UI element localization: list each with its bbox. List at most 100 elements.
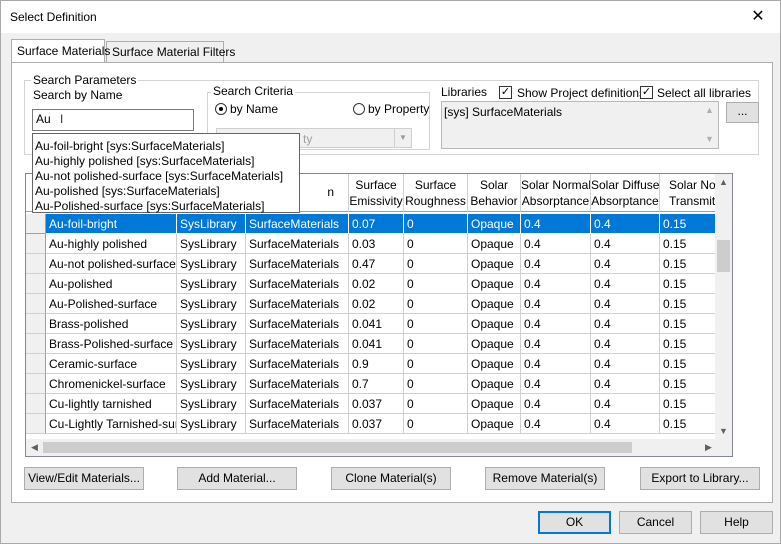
cell-emissivity[interactable]: 0.07 [349,214,404,234]
cell-solar-normal-absorptance[interactable]: 0.4 [521,274,591,294]
cell-description[interactable]: SurfaceMaterials [246,334,349,354]
cell-solar-normal-absorptance[interactable]: 0.4 [521,314,591,334]
cell-solar-normal-transmittance[interactable]: 0.15 [660,414,717,434]
table-row[interactable]: Cu-lightly tarnished SysLibrary SurfaceMat… [26,394,717,414]
column-header-solar-diffuse-absorptance[interactable]: Solar Diffuse Absorptance [591,174,660,212]
tab-surface-material-filters[interactable]: Surface Material Filters [106,41,235,62]
cell-solar-normal-transmittance[interactable]: 0.15 [660,234,717,254]
cell-description[interactable]: SurfaceMaterials [246,394,349,414]
search-name-input[interactable]: Au I [32,109,194,131]
row-header[interactable] [26,234,46,254]
cell-name[interactable]: Au-highly polished [46,234,177,254]
autocomplete-item[interactable]: Au-Polished-surface [sys:SurfaceMaterial… [33,199,299,214]
table-row[interactable]: Au-Polished-surface SysLibrary SurfaceMate… [26,294,717,314]
cell-emissivity[interactable]: 0.02 [349,274,404,294]
row-header[interactable] [26,314,46,334]
row-header[interactable] [26,334,46,354]
cell-solar-normal-absorptance[interactable]: 0.4 [521,214,591,234]
cell-roughness[interactable]: 0 [404,414,468,434]
scroll-down-icon[interactable]: ▼ [701,131,718,148]
table-row[interactable]: Au-foil-bright SysLibrary SurfaceMaterials… [26,214,717,234]
cell-solar-diffuse-absorptance[interactable]: 0.4 [591,294,660,314]
cell-description[interactable]: SurfaceMaterials [246,294,349,314]
column-header-solar-normal-transmittance[interactable]: Solar Norm Transmittan [660,174,717,212]
cell-solar-normal-absorptance[interactable]: 0.4 [521,374,591,394]
cell-emissivity[interactable]: 0.7 [349,374,404,394]
cancel-button[interactable]: Cancel [619,511,692,534]
close-icon[interactable]: ✕ [744,5,772,29]
cell-solar-behavior[interactable]: Opaque [468,414,521,434]
cell-library[interactable]: SysLibrary [177,274,246,294]
cell-solar-diffuse-absorptance[interactable]: 0.4 [591,354,660,374]
cell-emissivity[interactable]: 0.037 [349,394,404,414]
cell-solar-behavior[interactable]: Opaque [468,374,521,394]
cell-name[interactable]: Au-foil-bright [46,214,177,234]
cell-description[interactable]: SurfaceMaterials [246,234,349,254]
cell-name[interactable]: Au-not polished-surface [46,254,177,274]
row-header[interactable] [26,214,46,234]
cell-roughness[interactable]: 0 [404,374,468,394]
column-header-surface-roughness[interactable]: Surface Roughness [404,174,468,212]
cell-solar-normal-transmittance[interactable]: 0.15 [660,314,717,334]
cell-solar-normal-absorptance[interactable]: 0.4 [521,354,591,374]
cell-description[interactable]: SurfaceMaterials [246,274,349,294]
cell-solar-normal-transmittance[interactable]: 0.15 [660,214,717,234]
table-row[interactable]: Brass-polished SysLibrary SurfaceMaterials… [26,314,717,334]
grid-horizontal-scrollbar[interactable]: ◀ ▶ [26,439,717,456]
cell-library[interactable]: SysLibrary [177,414,246,434]
table-row[interactable]: Chromenickel-surface SysLibrary SurfaceMat… [26,374,717,394]
cell-library[interactable]: SysLibrary [177,314,246,334]
cell-library[interactable]: SysLibrary [177,214,246,234]
cell-solar-behavior[interactable]: Opaque [468,334,521,354]
browse-libraries-button[interactable]: ... [726,102,759,123]
cell-roughness[interactable]: 0 [404,294,468,314]
export-to-library-button[interactable]: Export to Library... [640,467,760,490]
view-edit-materials-button[interactable]: View/Edit Materials... [24,467,144,490]
cell-library[interactable]: SysLibrary [177,254,246,274]
clone-materials-button[interactable]: Clone Material(s) [331,467,451,490]
autocomplete-item[interactable]: Au-polished [sys:SurfaceMaterials] [33,184,299,199]
cell-solar-diffuse-absorptance[interactable]: 0.4 [591,394,660,414]
cell-roughness[interactable]: 0 [404,254,468,274]
cell-emissivity[interactable]: 0.041 [349,314,404,334]
remove-materials-button[interactable]: Remove Material(s) [485,467,605,490]
row-header[interactable] [26,374,46,394]
add-material-button[interactable]: Add Material... [177,467,297,490]
cell-solar-diffuse-absorptance[interactable]: 0.4 [591,274,660,294]
cell-solar-normal-transmittance[interactable]: 0.15 [660,294,717,314]
cell-name[interactable]: Au-Polished-surface [46,294,177,314]
scroll-left-icon[interactable]: ◀ [26,439,43,456]
cell-library[interactable]: SysLibrary [177,234,246,254]
cell-solar-behavior[interactable]: Opaque [468,394,521,414]
cell-solar-behavior[interactable]: Opaque [468,274,521,294]
ok-button[interactable]: OK [538,511,611,534]
show-project-checkbox[interactable]: ✓ [499,86,512,99]
cell-library[interactable]: SysLibrary [177,294,246,314]
cell-description[interactable]: SurfaceMaterials [246,254,349,274]
cell-name[interactable]: Au-polished [46,274,177,294]
scroll-up-icon[interactable]: ▲ [701,102,718,119]
cell-solar-behavior[interactable]: Opaque [468,234,521,254]
cell-solar-diffuse-absorptance[interactable]: 0.4 [591,374,660,394]
cell-roughness[interactable]: 0 [404,314,468,334]
cell-name[interactable]: Ceramic-surface [46,354,177,374]
row-header[interactable] [26,274,46,294]
cell-roughness[interactable]: 0 [404,354,468,374]
cell-solar-diffuse-absorptance[interactable]: 0.4 [591,314,660,334]
cell-solar-normal-absorptance[interactable]: 0.4 [521,294,591,314]
cell-emissivity[interactable]: 0.47 [349,254,404,274]
cell-emissivity[interactable]: 0.02 [349,294,404,314]
cell-solar-normal-transmittance[interactable]: 0.15 [660,374,717,394]
cell-roughness[interactable]: 0 [404,274,468,294]
cell-solar-normal-transmittance[interactable]: 0.15 [660,254,717,274]
cell-solar-normal-absorptance[interactable]: 0.4 [521,394,591,414]
tab-surface-materials[interactable]: Surface Materials [11,39,110,62]
libraries-list[interactable]: [sys] SurfaceMaterials ▲ ▼ [441,101,719,149]
scroll-down-icon[interactable]: ▼ [715,423,732,440]
vertical-scroll-thumb[interactable] [717,240,730,272]
cell-name[interactable]: Chromenickel-surface [46,374,177,394]
cell-roughness[interactable]: 0 [404,214,468,234]
column-header-solar-normal-absorptance[interactable]: Solar Normal Absorptance [521,174,591,212]
row-header[interactable] [26,414,46,434]
cell-roughness[interactable]: 0 [404,234,468,254]
